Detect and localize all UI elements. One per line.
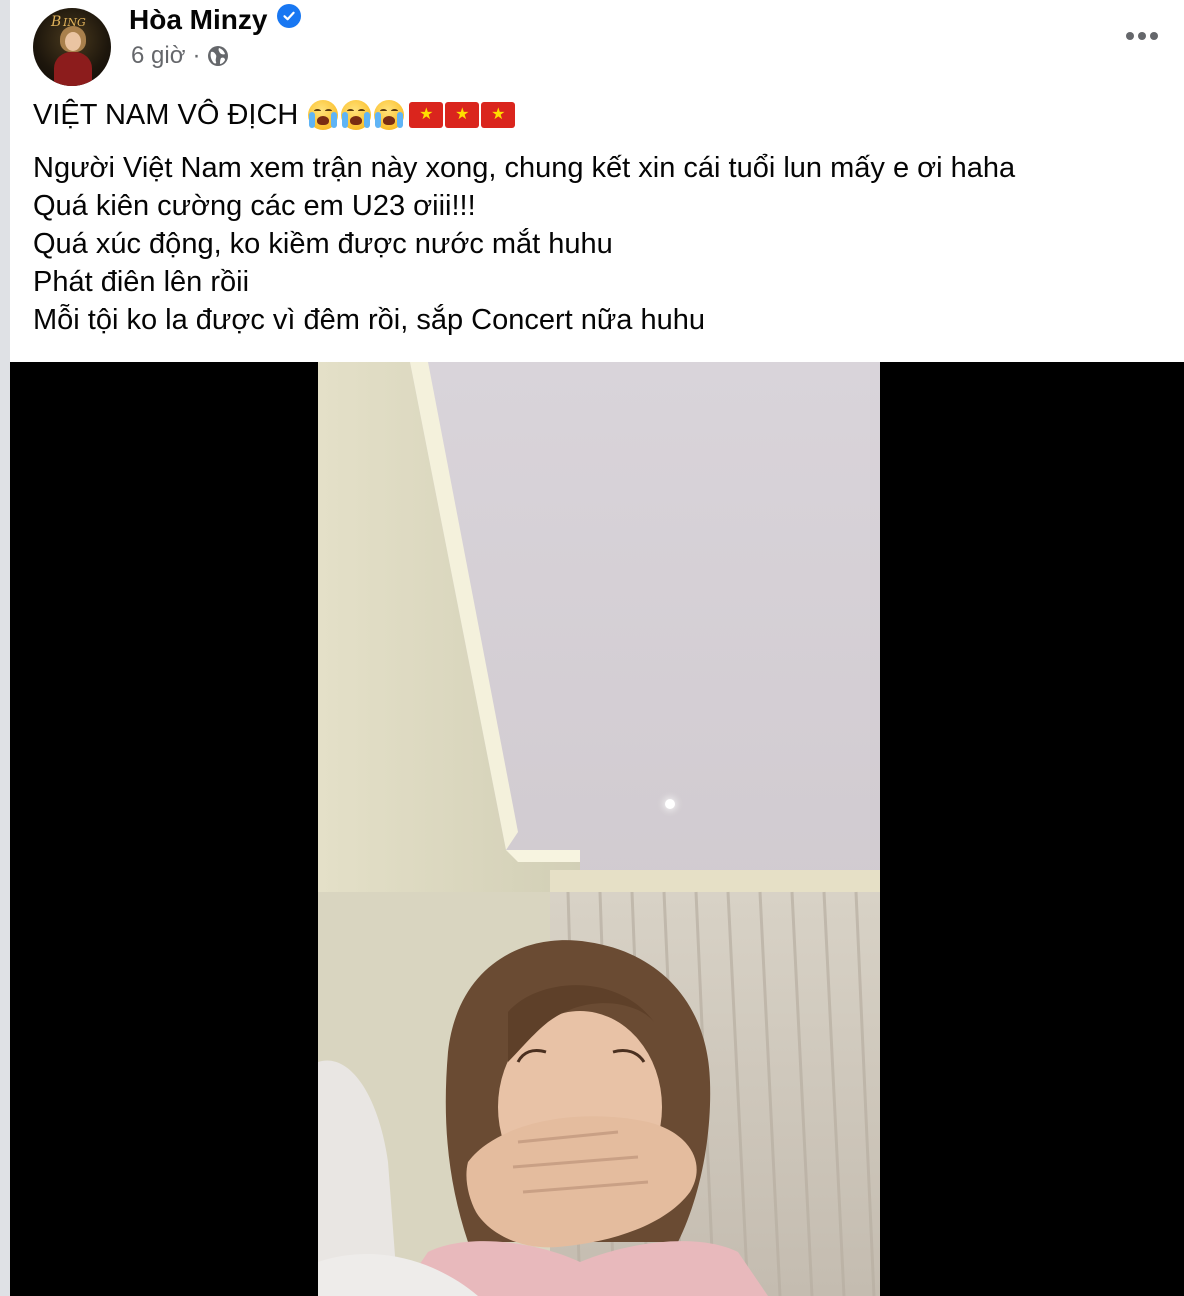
caption-line: Người Việt Nam xem trận này xong, chung … (33, 152, 1016, 184)
caption-line: Phát điên lên rồii (33, 266, 250, 298)
vietnam-flag-icon: ★ (481, 102, 516, 128)
verified-badge-icon (277, 4, 302, 28)
video-still (318, 362, 880, 1296)
globe-icon[interactable] (207, 45, 229, 67)
post-header: B ING Hòa Minzy 6 giờ · (10, 0, 1184, 90)
headline-text: VIỆT NAM VÔ ĐỊCH (33, 99, 299, 131)
video-player[interactable] (10, 362, 1184, 1296)
loudly-crying-face-icon (374, 100, 405, 130)
post-caption: VIỆT NAM VÔ ĐỊCH ★ ★ ★ Người Việt Nam xe… (33, 95, 1153, 339)
post-timestamp[interactable]: 6 giờ (131, 42, 185, 70)
author-line: Hòa Minzy (129, 2, 302, 38)
headline-emojis: ★ ★ ★ (308, 100, 516, 130)
loudly-crying-face-icon (308, 100, 339, 130)
author-name[interactable]: Hòa Minzy (129, 4, 267, 36)
caption-line: Mỗi tội ko la được vì đêm rồi, sắp Conce… (33, 304, 705, 336)
caption-line: Quá xúc động, ko kiềm được nước mắt huhu (33, 228, 613, 260)
caption-body: Người Việt Nam xem trận này xong, chung … (33, 149, 1153, 339)
author-avatar[interactable]: B ING (33, 8, 111, 86)
meta-separator: · (192, 42, 201, 69)
video-frame (318, 362, 880, 1296)
avatar-logo: B ING (51, 14, 86, 30)
caption-line: Quá kiên cường các em U23 ơiii!!! (33, 190, 476, 222)
caption-headline: VIỆT NAM VÔ ĐỊCH ★ ★ ★ (33, 95, 1153, 135)
vietnam-flag-icon: ★ (445, 102, 480, 128)
loudly-crying-face-icon (341, 100, 372, 130)
more-options-icon[interactable] (1122, 20, 1162, 52)
facebook-post: B ING Hòa Minzy 6 giờ · VIỆT NAM VÔ ĐỊCH… (10, 0, 1184, 1296)
post-meta: 6 giờ · (131, 42, 229, 70)
vietnam-flag-icon: ★ (409, 102, 444, 128)
